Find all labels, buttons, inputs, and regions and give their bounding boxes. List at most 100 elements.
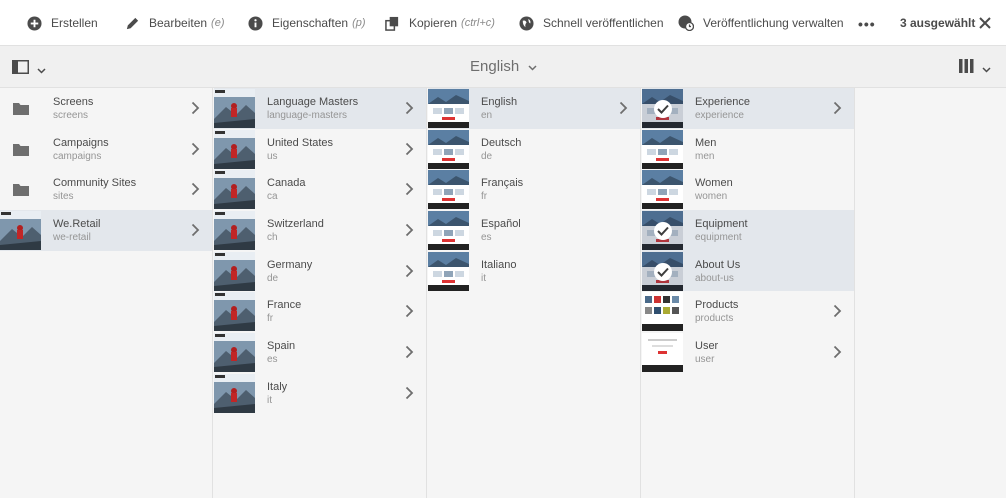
more-actions-button[interactable]: ••• [858,16,876,32]
chevron-right-icon[interactable] [405,386,414,400]
column-item[interactable]: Experience experience [642,88,854,129]
page-thumbnail[interactable] [214,129,255,169]
chevron-right-icon[interactable] [191,223,200,237]
item-title: Español [481,218,521,231]
page-thumbnail[interactable] [642,251,683,291]
chevron-right-icon[interactable] [405,182,414,196]
column-item[interactable]: Deutsch de [428,129,640,170]
column-item[interactable]: Italy it [214,373,426,414]
page-thumbnail[interactable] [214,292,255,332]
column-item[interactable]: Women women [642,169,854,210]
column-item[interactable]: Products products [642,291,854,332]
copy-button[interactable]: Kopieren (ctrl+c) [384,0,495,46]
page-thumbnail[interactable] [214,251,255,291]
item-text: Screens screens [53,95,93,122]
chevron-right-icon[interactable] [405,101,414,115]
folder-icon[interactable] [0,170,41,209]
item-title: Women [695,177,733,190]
chevron-right-icon[interactable] [191,142,200,156]
column-item[interactable]: English en [428,88,640,129]
column-item[interactable]: Germany de [214,251,426,292]
column-item[interactable]: Language Masters language-masters [214,88,426,129]
page-thumbnail[interactable] [428,129,469,169]
checkmark-icon[interactable] [654,100,672,118]
column-item[interactable]: Screens screens [0,88,212,129]
item-title: We.Retail [53,218,101,231]
page-thumbnail[interactable] [642,292,683,332]
item-text: Campaigns campaigns [53,136,109,163]
column-item[interactable]: Spain es [214,332,426,373]
page-thumbnail[interactable] [642,333,683,373]
page-thumbnail[interactable] [428,251,469,291]
column-item[interactable]: Español es [428,210,640,251]
page-thumbnail[interactable] [0,211,41,251]
rail-toggle[interactable] [12,60,46,79]
folder-icon[interactable] [0,89,41,128]
item-text: Switzerland ch [267,217,324,244]
item-title: Language Masters [267,96,359,108]
manage-publication-button[interactable]: Veröffentlichung verwalten [678,0,844,46]
quick-publish-button[interactable]: Schnell veröffentlichen [518,0,664,46]
column-item[interactable]: Men men [642,129,854,170]
column-item[interactable]: Community Sites sites [0,169,212,210]
item-title: Men [695,136,717,149]
item-name: men [695,150,715,162]
view-switcher[interactable] [959,59,991,78]
quick-publish-label: Schnell veröffentlichen [543,16,664,30]
item-name: ca [267,191,278,203]
edit-button[interactable]: Bearbeiten (e) [124,0,225,46]
column-item[interactable]: Canada ca [214,169,426,210]
chevron-right-icon[interactable] [191,101,200,115]
create-button[interactable]: Erstellen [26,0,98,46]
chevron-right-icon[interactable] [833,345,842,359]
item-title: Screens [53,96,94,108]
item-title: Germany [267,258,313,271]
chevron-right-icon[interactable] [405,223,414,237]
page-thumbnail[interactable] [642,170,683,210]
page-thumbnail[interactable] [428,89,469,128]
chevron-right-icon[interactable] [191,182,200,196]
item-text: United States us [267,136,333,163]
chevron-right-icon[interactable] [619,101,628,115]
checkmark-icon[interactable] [654,262,672,281]
column-item[interactable]: United States us [214,129,426,170]
chevron-right-icon[interactable] [833,304,842,318]
column-item[interactable]: France fr [214,291,426,332]
chevron-down-icon [982,60,991,78]
checkmark-icon[interactable] [654,222,672,241]
create-label: Erstellen [51,16,98,30]
column-item[interactable]: User user [642,332,854,373]
page-thumbnail[interactable] [214,333,255,373]
page-thumbnail[interactable] [642,211,683,251]
page-thumbnail[interactable] [214,170,255,210]
page-thumbnail[interactable] [214,211,255,251]
page-thumbnail[interactable] [214,89,255,128]
chevron-right-icon[interactable] [405,142,414,156]
close-selection-icon[interactable] [976,14,994,32]
page-thumbnail[interactable] [214,373,255,413]
page-thumbnail[interactable] [642,89,683,128]
column-item[interactable]: We.Retail we-retail [0,210,212,251]
chevron-right-icon[interactable] [405,345,414,359]
page-thumbnail[interactable] [428,170,469,210]
chevron-right-icon[interactable] [405,304,414,318]
page-thumbnail[interactable] [428,211,469,251]
item-title: United States [267,136,334,149]
item-name: fr [481,191,488,203]
column-item[interactable]: Français fr [428,169,640,210]
page-thumbnail[interactable] [642,129,683,169]
column-item[interactable]: Switzerland ch [214,210,426,251]
breadcrumb[interactable]: English [470,58,537,75]
edit-shortcut: (e) [211,17,225,29]
item-name: ch [267,232,278,244]
properties-button[interactable]: Eigenschaften (p) [247,0,366,46]
item-text: Germany de [267,258,312,285]
chevron-right-icon[interactable] [833,101,842,115]
column-item[interactable]: Equipment equipment [642,210,854,251]
chevron-right-icon[interactable] [405,264,414,278]
column-item[interactable]: About Us about-us [642,250,854,292]
item-text: France fr [267,298,301,325]
column-item[interactable]: Italiano it [428,251,640,292]
column-item[interactable]: Campaigns campaigns [0,129,212,170]
folder-icon[interactable] [0,130,41,169]
